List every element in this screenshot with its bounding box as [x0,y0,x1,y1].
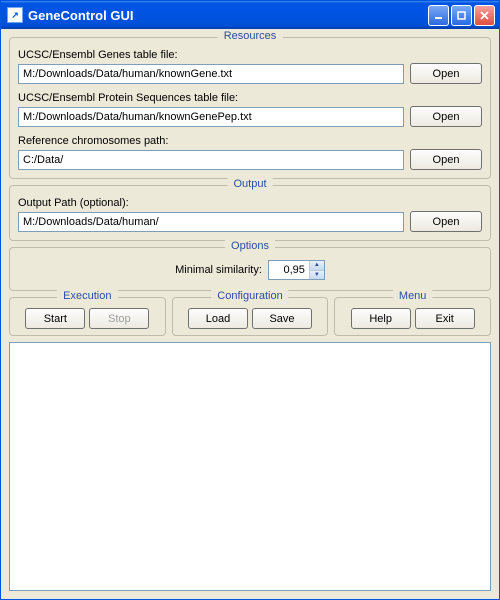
window-title: GeneControl GUI [28,8,428,23]
minsim-spinner[interactable]: ▲ ▼ [268,260,325,280]
menu-title: Menu [393,290,433,302]
stop-button[interactable]: Stop [89,308,149,329]
spin-buttons: ▲ ▼ [309,261,324,279]
genes-open-button[interactable]: Open [410,63,482,84]
configuration-group: Configuration Load Save [172,297,329,336]
options-group: Options Minimal similarity: ▲ ▼ [9,247,491,291]
maximize-button[interactable] [451,5,472,26]
configuration-title: Configuration [211,290,288,302]
output-group: Output Output Path (optional): Open [9,185,491,241]
execution-group: Execution Start Stop [9,297,166,336]
menu-group: Menu Help Exit [334,297,491,336]
client-area: Resources UCSC/Ensembl Genes table file:… [1,29,499,599]
help-button[interactable]: Help [351,308,411,329]
chrom-open-button[interactable]: Open [410,149,482,170]
output-title: Output [227,178,272,190]
close-button[interactable] [474,5,495,26]
app-window: ↗ GeneControl GUI Resources UCSC/Ensembl… [0,0,500,600]
execution-title: Execution [57,290,117,302]
spin-down-icon[interactable]: ▼ [310,270,324,280]
genes-input[interactable] [18,64,404,84]
window-buttons [428,5,495,26]
options-title: Options [225,240,275,252]
action-groups: Execution Start Stop Configuration Load … [9,297,491,336]
minsim-input[interactable] [269,261,309,279]
start-button[interactable]: Start [25,308,85,329]
output-path-label: Output Path (optional): [18,197,482,209]
minsim-label: Minimal similarity: [175,264,262,276]
protein-open-button[interactable]: Open [410,106,482,127]
load-button[interactable]: Load [188,308,248,329]
output-path-input[interactable] [18,212,404,232]
resources-group: Resources UCSC/Ensembl Genes table file:… [9,37,491,179]
log-output-area[interactable] [9,342,491,591]
exit-button[interactable]: Exit [415,308,475,329]
chrom-input[interactable] [18,150,404,170]
protein-label: UCSC/Ensembl Protein Sequences table fil… [18,92,482,104]
protein-input[interactable] [18,107,404,127]
resources-title: Resources [218,30,283,42]
save-button[interactable]: Save [252,308,312,329]
minimize-button[interactable] [428,5,449,26]
spin-up-icon[interactable]: ▲ [310,261,324,270]
chrom-label: Reference chromosomes path: [18,135,482,147]
app-icon: ↗ [7,7,23,23]
titlebar: ↗ GeneControl GUI [1,1,499,29]
output-open-button[interactable]: Open [410,211,482,232]
genes-label: UCSC/Ensembl Genes table file: [18,49,482,61]
